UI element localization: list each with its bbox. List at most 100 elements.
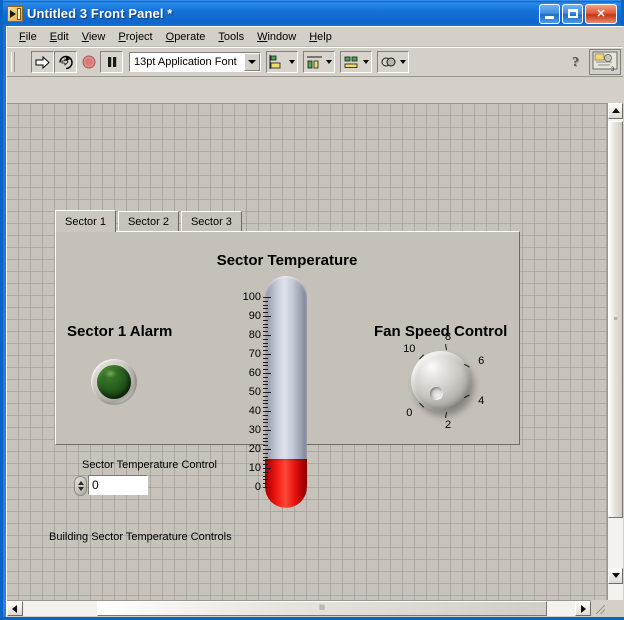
horizontal-scrollbar[interactable]: ‖‖	[7, 600, 607, 616]
align-objects-icon	[269, 54, 281, 69]
align-objects-button[interactable]	[266, 51, 298, 73]
thermometer-minor-tick	[263, 479, 268, 481]
thermometer-indicator[interactable]: 0 10 20 30 40 50 60 70 80 90 100	[243, 276, 307, 508]
run-continuously-button[interactable]	[54, 51, 77, 73]
resize-objects-button[interactable]	[340, 51, 372, 73]
thermometer-major-tick	[263, 487, 271, 488]
numeric-stepper[interactable]	[74, 476, 87, 496]
menu-mnemonic: E	[49, 30, 58, 43]
thermometer-minor-tick	[263, 376, 268, 378]
chevron-down-icon	[326, 60, 332, 64]
distribute-objects-button[interactable]	[303, 51, 335, 73]
thermometer-tick-label: 90	[248, 310, 261, 322]
decrement-icon[interactable]	[77, 487, 84, 491]
vi-icon-pane[interactable]: 3	[589, 49, 621, 75]
thermometer-minor-tick	[263, 338, 268, 340]
thermometer-minor-tick	[263, 437, 268, 439]
thermometer-major-tick	[263, 430, 271, 431]
resize-grip[interactable]	[591, 600, 607, 616]
hscroll-thumb[interactable]: ‖‖	[97, 601, 547, 616]
menu-label: ile	[25, 30, 37, 43]
thermometer-minor-tick	[263, 300, 268, 302]
close-button[interactable]: ✕	[585, 3, 617, 24]
menu-window[interactable]: Window	[251, 29, 303, 45]
thermometer-minor-tick	[263, 346, 268, 348]
pause-button[interactable]	[100, 51, 123, 73]
menu-view[interactable]: View	[76, 29, 113, 45]
context-help-button[interactable]: ? ?	[567, 51, 587, 72]
numeric-control-label: Sector Temperature Control	[82, 459, 217, 471]
scroll-up-button[interactable]	[608, 103, 623, 119]
thermometer-tick-label: 100	[242, 291, 261, 303]
alarm-led[interactable]	[91, 359, 137, 405]
font-selector-value: 13pt Application Font	[134, 56, 237, 68]
thermometer-minor-tick	[263, 407, 268, 409]
thermometer-minor-tick	[263, 399, 268, 401]
thermometer-minor-tick	[263, 388, 268, 390]
scroll-right-button[interactable]	[575, 601, 591, 616]
maximize-icon	[568, 8, 578, 18]
chevron-left-icon	[12, 604, 17, 613]
menu-file[interactable]: File	[13, 29, 44, 45]
menu-operate[interactable]: Operate	[160, 29, 213, 45]
abort-execution-button[interactable]	[77, 51, 100, 73]
thermometer-major-tick	[263, 297, 271, 298]
menu-label: roject	[125, 30, 153, 43]
menu-mnemonic: O	[165, 30, 175, 43]
minimize-button[interactable]	[539, 3, 560, 24]
increment-icon[interactable]	[77, 481, 84, 485]
tab-sector-2[interactable]: Sector 2	[117, 211, 179, 232]
thermometer-minor-tick	[263, 380, 268, 382]
free-label-building-sector: Building Sector Temperature Controls	[49, 531, 232, 543]
menu-tools[interactable]: Tools	[212, 29, 251, 45]
hscroll-grip-icon: ‖‖	[319, 604, 325, 612]
reorder-objects-button[interactable]	[377, 51, 409, 73]
vertical-scrollbar[interactable]: ≡	[607, 103, 623, 600]
font-selector[interactable]: 13pt Application Font	[129, 52, 261, 72]
toolbar-gripper[interactable]	[11, 52, 15, 72]
thermometer-minor-tick	[263, 312, 268, 314]
pause-icon	[107, 57, 116, 67]
vscroll-thumb[interactable]: ≡	[608, 121, 623, 518]
menu-edit[interactable]: Edit	[44, 29, 76, 45]
knob-tick-label: 10	[403, 343, 416, 356]
labview-front-panel-window: Untitled 3 Front Panel * ✕ File Edit Vie…	[0, 0, 624, 620]
menu-mnemonic: H	[309, 30, 318, 43]
tab-sector-1[interactable]: Sector 1	[55, 210, 116, 232]
tab-sector-3[interactable]: Sector 3	[180, 211, 242, 232]
maximize-button[interactable]	[562, 3, 583, 24]
thermometer-minor-tick	[263, 460, 268, 462]
knob-title: Fan Speed Control	[374, 323, 508, 340]
fan-speed-knob[interactable]: 0 2 4 6 8 10	[403, 331, 484, 432]
chevron-down-icon	[400, 60, 406, 64]
menu-help[interactable]: Help	[303, 29, 339, 45]
thermometer-tick-label: 10	[248, 462, 261, 474]
thermometer-minor-tick	[263, 395, 268, 397]
run-button[interactable]	[31, 51, 54, 73]
font-selector-dropdown[interactable]	[244, 53, 260, 71]
menu-label: dit	[57, 30, 69, 43]
vscroll-grip-icon: ≡	[613, 315, 618, 323]
menu-bar: File Edit View Project Operate Tools Win…	[7, 27, 623, 47]
thermometer-tick-label: 20	[248, 443, 261, 455]
sector-temperature-control[interactable]: Sector Temperature Control 0	[74, 459, 217, 497]
thermometer-tick-label: 30	[248, 424, 261, 436]
menu-project[interactable]: Project	[112, 29, 159, 45]
chevron-down-icon	[611, 573, 620, 578]
thermometer-minor-tick	[263, 456, 268, 458]
front-panel-canvas[interactable]: Sector 1 Sector 2 Sector 3 Sector Temper…	[7, 103, 607, 601]
knob-tick-label: 0	[406, 406, 413, 419]
led-bulb-icon	[97, 365, 131, 399]
scroll-down-button[interactable]	[608, 568, 623, 584]
numeric-value-field[interactable]: 0	[88, 475, 148, 495]
knob-tick	[444, 411, 447, 418]
tab-label: Sector 1	[65, 215, 106, 228]
chevron-up-icon	[611, 108, 620, 113]
thermometer-major-tick	[263, 373, 271, 374]
run-arrow-icon	[35, 55, 50, 69]
toolbar: 13pt Application Font ? ? 3	[7, 47, 623, 77]
menu-mnemonic: F	[19, 30, 26, 43]
thermometer-minor-tick	[263, 342, 268, 344]
scroll-left-button[interactable]	[7, 601, 23, 616]
title-bar[interactable]: Untitled 3 Front Panel * ✕	[3, 0, 621, 26]
